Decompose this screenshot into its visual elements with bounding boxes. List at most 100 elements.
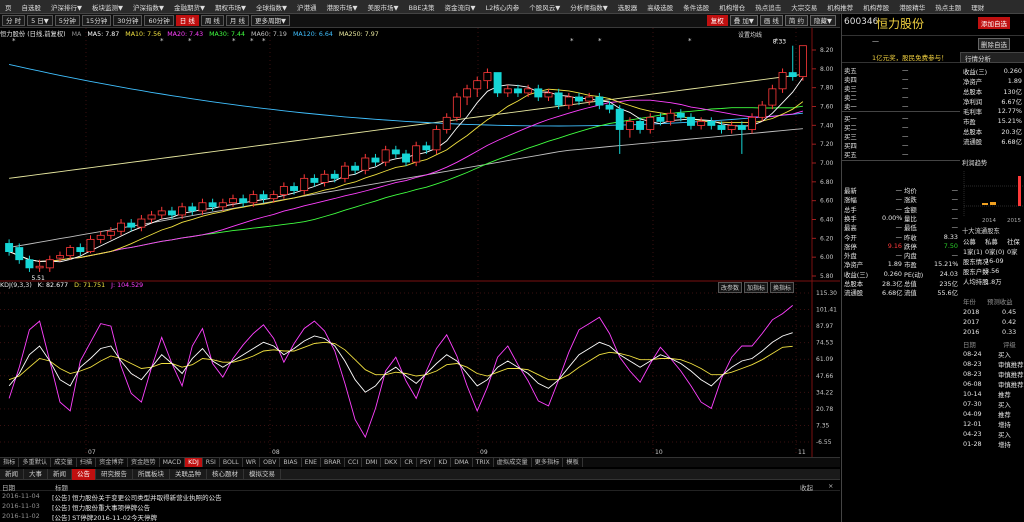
indicator-tab[interactable]: CCI [345, 458, 363, 467]
collapse-button[interactable]: 收起 [800, 482, 813, 492]
indicator-tab[interactable]: KDJ [185, 458, 203, 467]
event-rating[interactable]: 审慎推荐 [998, 370, 1024, 379]
menu-item[interactable]: 沪港通 [292, 2, 322, 12]
indicator-tab[interactable]: 多重默认 [19, 458, 52, 467]
menu-item[interactable]: 选股器 [613, 2, 643, 12]
toolbar-button[interactable]: 叠 加▼ [729, 15, 758, 26]
indicator-tab[interactable]: KD [435, 458, 452, 467]
promo-banner[interactable]: 1亿元奖，股民免费参与！ [842, 52, 960, 63]
indicator-tab[interactable]: TRIX [473, 458, 494, 467]
menu-item[interactable]: 个股风云▼ [524, 2, 565, 12]
menu-item[interactable]: 高级选股 [642, 2, 678, 12]
event-rating[interactable]: 审慎推荐 [998, 360, 1024, 369]
menu-item[interactable]: 机构荐股 [858, 2, 894, 12]
indicator-tab[interactable]: MACD [160, 458, 186, 467]
indicator-tab[interactable]: ENE [302, 458, 322, 467]
indicator-tab[interactable]: OBV [260, 458, 281, 467]
indicator-tab[interactable]: DMI [362, 458, 382, 467]
quote-analysis-tab[interactable]: 行情分析 [960, 52, 1024, 63]
toolbar-button[interactable]: 简 约 [784, 15, 808, 26]
period-button[interactable]: 日 线 [175, 15, 199, 26]
indicator-tab[interactable]: 模板 [563, 458, 583, 467]
info-tab[interactable]: 所属板块 [133, 468, 170, 480]
period-button[interactable]: 月 线 [225, 15, 249, 26]
period-button[interactable]: 15分钟 [81, 15, 112, 26]
toolbar-button[interactable]: 画 线 [759, 15, 783, 26]
remove-favorite-button[interactable]: 删除自选 [978, 38, 1010, 50]
indicator-tab[interactable]: 更多指标 [532, 458, 564, 467]
menu-item[interactable]: 期权市场▼ [210, 2, 251, 12]
indicator-tab[interactable]: CR [401, 458, 417, 467]
indicator-tab[interactable]: BRAR [321, 458, 345, 467]
info-tab[interactable]: 核心题材 [207, 468, 244, 480]
news-item[interactable]: [公告] 恒力股份重大事项停牌公告 [52, 502, 150, 512]
menu-item[interactable]: 机构推荐 [822, 2, 858, 12]
indicator-tab[interactable]: RSI [203, 458, 220, 467]
info-tab[interactable]: 大事 [24, 468, 48, 480]
close-icon[interactable]: × [828, 482, 833, 490]
menu-item[interactable]: BBE决策 [404, 2, 440, 12]
indicator-tab[interactable]: 资金博弈 [96, 458, 128, 467]
period-button[interactable]: 周 线 [200, 15, 224, 26]
menu-item[interactable]: 资金流向▼ [440, 2, 481, 12]
indicator-tab[interactable]: 虚拟成交量 [494, 458, 532, 467]
menu-item[interactable]: 板块监测▼ [87, 2, 128, 12]
info-tab[interactable]: 新闻 [48, 468, 72, 480]
kline-chart[interactable]: 8.20 8.00 7.80 7.60 7.40 7.20 7.00 6.80 6.60 6.40… [0, 28, 840, 458]
info-tab[interactable]: 新闻 [0, 468, 24, 480]
menu-item[interactable]: 热点追击 [750, 2, 786, 12]
menu-item[interactable]: 港股精华 [894, 2, 930, 12]
menu-item[interactable]: L2核心内参 [481, 2, 525, 12]
menu-item[interactable]: 港股市场▼ [322, 2, 363, 12]
period-button[interactable]: 30分钟 [113, 15, 143, 26]
menu-item[interactable]: 热点主题 [930, 2, 966, 12]
event-rating[interactable]: 增持 [998, 420, 1011, 429]
menu-item[interactable]: 金融期货▼ [169, 2, 210, 12]
news-item[interactable]: [公告] 恒力股份关于变更公司类型并取得新营业执照的公告 [52, 492, 222, 502]
toolbar-button[interactable]: 隐藏▼ [810, 15, 836, 26]
menu-item[interactable]: 理财 [966, 2, 989, 12]
period-button[interactable]: 更多周期▼ [251, 15, 290, 26]
menu-item[interactable]: 沪深排行▼ [46, 2, 87, 12]
kdj-button[interactable]: 加指标 [744, 282, 769, 293]
indicator-tab[interactable]: PSY [417, 458, 436, 467]
event-rating[interactable]: 买入 [998, 430, 1011, 439]
menu-item[interactable]: 自选股 [17, 2, 47, 12]
event-rating[interactable]: 买入 [998, 400, 1011, 409]
kdj-button[interactable]: 换指标 [770, 282, 795, 293]
menu-item[interactable]: 大宗交易 [786, 2, 822, 12]
event-rating[interactable]: 审慎推荐 [998, 380, 1024, 389]
period-button[interactable]: 分 时 [2, 15, 26, 26]
period-button[interactable]: 60分钟 [144, 15, 174, 26]
menu-item[interactable]: 页 [0, 2, 17, 12]
toolbar-button[interactable]: 复权 [706, 15, 728, 26]
menu-item[interactable]: 机构增仓 [714, 2, 750, 12]
indicator-tab[interactable]: 资金趋势 [128, 458, 160, 467]
add-favorite-button[interactable]: 添加自选 [978, 17, 1010, 29]
indicator-tab[interactable]: 成交量 [51, 458, 77, 467]
event-rating[interactable]: 推荐 [998, 390, 1011, 399]
indicator-tab[interactable]: BOLL [220, 458, 243, 467]
menu-item[interactable]: 分析师指数▼ [565, 2, 613, 12]
info-tab[interactable]: 关联品种 [170, 468, 207, 480]
indicator-tab[interactable]: 扫描 [77, 458, 97, 467]
info-tab[interactable]: 公告 [72, 468, 96, 480]
menu-item[interactable]: 全球指数▼ [251, 2, 292, 12]
period-button[interactable]: 5 日▼ [27, 15, 53, 26]
event-rating[interactable]: 买入 [998, 350, 1011, 359]
indicator-tab[interactable]: 指标 [0, 458, 20, 467]
indicator-tab[interactable]: DKX [381, 458, 402, 467]
menu-item[interactable]: 沪深指数▼ [128, 2, 169, 12]
indicator-tab[interactable]: BIAS [280, 458, 302, 467]
news-item[interactable]: [公告] ST停牌2016-11-02今天停牌 [52, 512, 157, 522]
menu-item[interactable]: 条件选股 [678, 2, 714, 12]
menu-item[interactable]: 美股市场▼ [363, 2, 404, 12]
kdj-button[interactable]: 改参数 [718, 282, 743, 293]
info-tab[interactable]: 模拟交易 [244, 468, 281, 480]
indicator-tab[interactable]: WR [243, 458, 261, 467]
event-rating[interactable]: 推荐 [998, 410, 1011, 419]
event-rating[interactable]: 增持 [998, 440, 1011, 449]
info-tab[interactable]: 研究报告 [96, 468, 133, 480]
indicator-tab[interactable]: DMA [451, 458, 473, 467]
period-button[interactable]: 5分钟 [54, 15, 80, 26]
